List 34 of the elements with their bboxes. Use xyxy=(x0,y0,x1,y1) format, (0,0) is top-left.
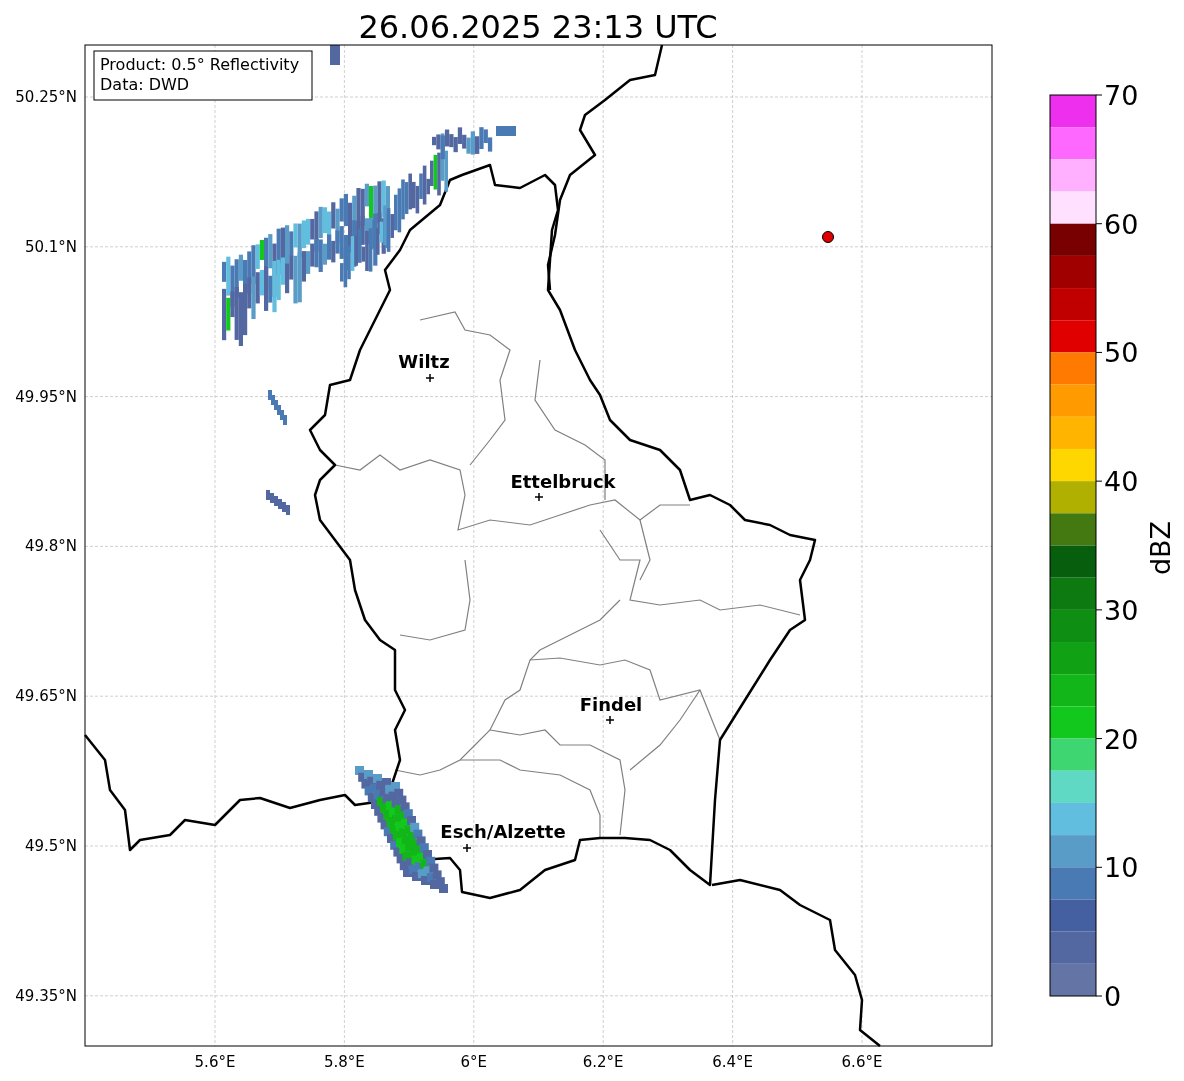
chart-title: 26.06.2025 23:13 UTC xyxy=(358,8,718,46)
colorbar-tick-label: 70 xyxy=(1104,80,1139,111)
latitude-label: 49.65°N xyxy=(15,687,77,706)
colorbar-axis-label: dBZ xyxy=(1145,520,1176,576)
longitude-label: 6.2°E xyxy=(582,1053,624,1071)
colorbar-tick-label: 50 xyxy=(1104,337,1139,369)
city-label: Wiltz xyxy=(398,351,450,372)
city-label: Esch/Alzette xyxy=(440,821,566,842)
city-marker-icon xyxy=(534,492,544,502)
colorbar-tick-label: 30 xyxy=(1104,594,1139,626)
colorbar-tick-label: 40 xyxy=(1104,466,1139,498)
longitude-label: 6°E xyxy=(460,1053,488,1071)
city-marker-icon xyxy=(462,843,472,853)
city-label: Findel xyxy=(579,694,643,715)
latitude-label: 50.1°N xyxy=(24,237,77,256)
latitude-label: 49.35°N xyxy=(15,986,77,1005)
latitude-label: 49.8°N xyxy=(24,537,77,556)
colorbar-tick-label: 0 xyxy=(1104,981,1122,1012)
colorbar-tick-label: 20 xyxy=(1104,723,1139,755)
latitude-label: 49.95°N xyxy=(15,387,77,406)
latitude-label: 49.5°N xyxy=(24,837,77,855)
city-marker-icon xyxy=(605,715,615,725)
radar-site-icon xyxy=(822,231,834,243)
colorbar-tick-label: 60 xyxy=(1104,208,1139,240)
colorbar-tick-label: 10 xyxy=(1104,852,1139,884)
longitude-label: 6.6°E xyxy=(841,1053,883,1071)
longitude-label: 5.6°E xyxy=(194,1053,236,1071)
longitude-label: 5.8°E xyxy=(324,1053,365,1071)
longitude-label: 6.4°E xyxy=(712,1053,753,1071)
city-label: Ettelbruck xyxy=(510,471,616,492)
city-marker-icon xyxy=(425,373,435,383)
info-text: Data: DWD xyxy=(100,75,190,94)
info-text: Product: 0.5° Reflectivity xyxy=(100,55,300,74)
latitude-label: 50.25°N xyxy=(15,88,77,106)
